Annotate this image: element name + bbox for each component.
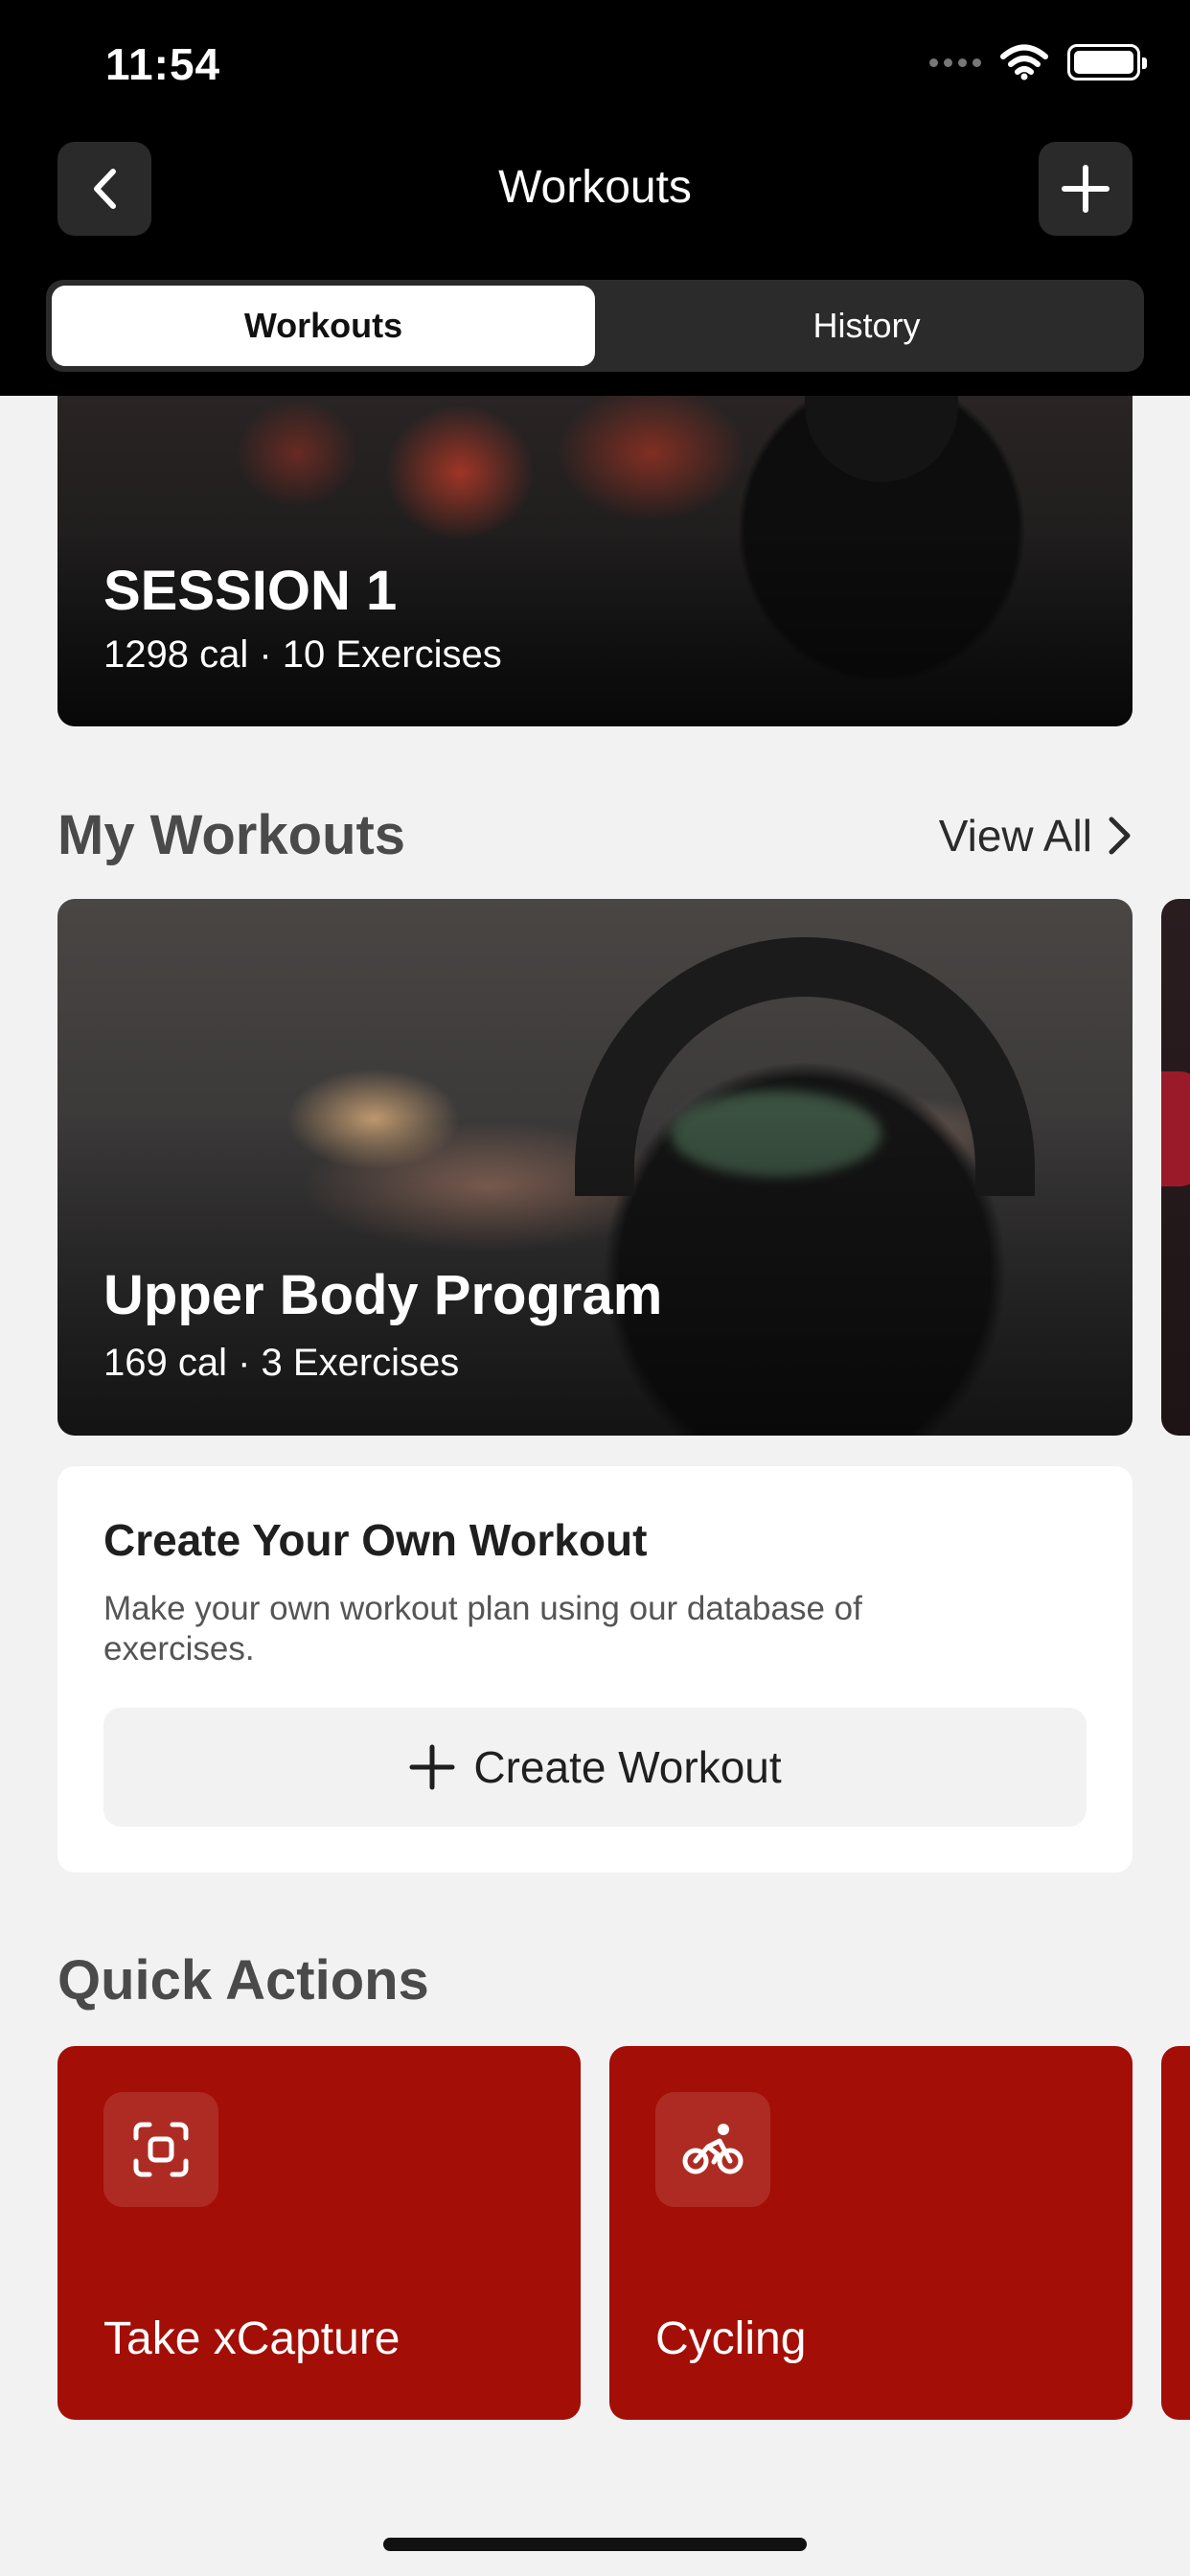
cycling-icon — [655, 2092, 770, 2207]
quick-action-next-peek[interactable] — [1161, 2046, 1190, 2420]
tab-workouts[interactable]: Workouts — [52, 286, 595, 366]
tab-history[interactable]: History — [595, 286, 1138, 366]
quick-actions-heading: Quick Actions — [57, 1949, 429, 2012]
quick-action-cycling[interactable]: Cycling — [609, 2046, 1133, 2420]
page-title: Workouts — [498, 162, 692, 213]
kettlebell-image — [805, 396, 958, 482]
view-all-link[interactable]: View All — [939, 810, 1133, 862]
my-workouts-heading: My Workouts — [57, 804, 406, 866]
workout-card[interactable]: Upper Body Program 169 cal · 3 Exercises — [57, 899, 1133, 1436]
cellular-signal-icon — [929, 58, 981, 67]
add-workout-button[interactable] — [1039, 142, 1133, 236]
wifi-icon — [1000, 44, 1048, 80]
segmented-control: Workouts History — [46, 280, 1144, 372]
plus-icon — [409, 1744, 455, 1790]
workouts-screen: SESSION 1 1298 cal · 10 Exercises My Wor… — [0, 0, 1190, 2576]
create-workout-button[interactable]: Create Workout — [103, 1708, 1087, 1827]
quick-action-label: Take xCapture — [103, 2313, 400, 2364]
featured-workout-card[interactable]: SESSION 1 1298 cal · 10 Exercises — [57, 396, 1133, 726]
featured-workout-subtitle: 1298 cal · 10 Exercises — [103, 633, 502, 676]
workout-card-title: Upper Body Program — [103, 1264, 663, 1326]
view-all-label: View All — [938, 811, 1092, 861]
featured-workout-title: SESSION 1 — [103, 560, 398, 622]
quick-action-label: Cycling — [655, 2313, 807, 2364]
workout-card-next-peek[interactable] — [1161, 899, 1190, 1436]
status-indicators — [929, 44, 1147, 80]
battery-icon — [1067, 44, 1147, 80]
header: 11:54 Workouts Workouts History — [0, 0, 1190, 396]
home-indicator[interactable] — [383, 2538, 807, 2551]
chevron-right-icon — [1109, 816, 1131, 855]
create-workout-title: Create Your Own Workout — [103, 1515, 648, 1565]
create-workout-description: Make your own workout plan using our dat… — [103, 1590, 862, 1668]
status-time: 11:54 — [105, 39, 221, 89]
scan-icon — [103, 2092, 218, 2207]
plus-icon — [1062, 165, 1110, 213]
workout-card-subtitle: 169 cal · 3 Exercises — [103, 1342, 460, 1384]
create-workout-panel: Create Your Own Workout Make your own wo… — [57, 1466, 1133, 1873]
create-workout-button-label: Create Workout — [473, 1742, 782, 1792]
quick-action-xcapture[interactable]: Take xCapture — [57, 2046, 581, 2420]
